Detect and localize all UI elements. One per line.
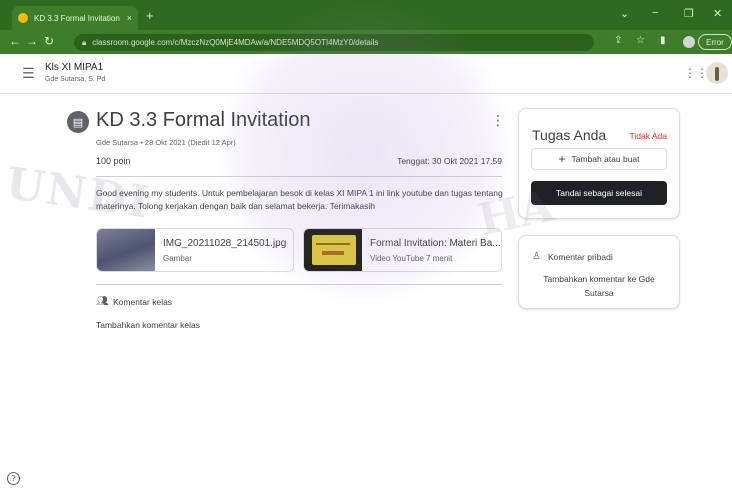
minimize-icon[interactable]: − [652,7,658,19]
add-or-create-label: Tambah atau buat [571,154,640,164]
attachment-type: Gambar [163,254,192,263]
address-bar[interactable]: 🔒︎ classroom.google.com/c/MzczNzQ0MjE4MD… [74,34,594,51]
close-window-icon[interactable]: ✕ [713,7,722,20]
share-icon[interactable]: ⇪ [614,35,622,46]
forward-arrow-icon[interactable]: → [26,34,38,48]
browser-tab[interactable]: KD 3.3 Formal Invitation × [12,6,138,30]
your-work-card: Tugas Anda Tidak Ada + Tambah atau buat … [518,108,680,219]
new-tab-button[interactable]: + [146,8,154,23]
browser-toolbar: ← → ↻ 🔒︎ classroom.google.com/c/MzczNzQ0… [0,30,732,54]
maximize-icon[interactable]: ❐ [684,7,694,20]
help-icon[interactable]: ? [7,472,20,485]
attachment-video[interactable]: Formal Invitation: Materi Ba... Video Yo… [303,228,502,272]
address-url: classroom.google.com/c/MzczNzQ0MjE4MDAw/… [92,38,379,47]
divider [96,176,502,177]
menu-icon[interactable]: ☰ [22,65,35,82]
attachment-name: Formal Invitation: Materi Ba... [370,238,501,249]
more-options-icon[interactable]: ⋮ [491,112,505,129]
close-tab-icon[interactable]: × [127,13,132,23]
back-arrow-icon[interactable]: ← [9,34,21,48]
add-private-comment-link[interactable]: Tambahkan komentar ke Gde Sutarsa [529,272,669,300]
bookmark-star-icon[interactable]: ☆ [636,35,645,46]
mark-as-done-button[interactable]: Tandai sebagai selesai [531,181,667,205]
attachment-image[interactable]: IMG_20211028_214501.jpg Gambar [96,228,294,272]
tab-search-icon[interactable]: ⌄ [620,7,629,20]
assignment-title: KD 3.3 Formal Invitation [96,109,311,131]
class-name-link[interactable]: Kls XI MIPA1 [45,62,103,73]
browser-tab-title: KD 3.3 Formal Invitation [34,13,120,23]
reload-icon[interactable]: ↻ [44,34,54,48]
classroom-favicon-icon [18,13,28,23]
plus-icon: + [558,152,566,166]
person-icon: ♙ [532,251,541,262]
private-comments-title: Komentar pribadi [548,252,613,262]
video-thumbnail [304,229,362,271]
class-teacher: Gde Sutarsa, S. Pd [45,76,106,83]
attachment-type: Video YouTube 7 menit [370,254,453,263]
divider [96,284,502,285]
browser-profile-avatar[interactable] [683,36,695,48]
lock-icon: 🔒︎ [82,37,87,47]
add-or-create-button[interactable]: + Tambah atau buat [531,148,667,170]
assignment-description: Good evening my students. Untuk pembelaj… [96,188,503,211]
account-avatar[interactable] [706,62,728,84]
error-button[interactable]: Error [698,34,732,50]
your-work-title: Tugas Anda [532,127,607,143]
private-comments-card: ♙ Komentar pribadi Tambahkan komentar ke… [518,235,680,309]
classroom-header: ☰ Kls XI MIPA1 Gde Sutarsa, S. Pd ⋮⋮⋮ [0,54,732,94]
status-badge: Tidak Ada [629,131,668,141]
sidebar-icon[interactable]: ▮ [660,35,666,46]
image-thumbnail [97,229,155,271]
people-icon: 👥︎ [96,296,109,307]
assignment-due-date: Tenggat: 30 Okt 2021 17.59 [397,156,502,166]
assignment-points: 100 poin [96,156,131,166]
class-comments-label: Komentar kelas [113,297,173,307]
attachment-name: IMG_20211028_214501.jpg [163,238,287,249]
browser-tab-bar: KD 3.3 Formal Invitation × + ⌄ − ❐ ✕ [0,0,732,30]
assignment-meta: Gde Sutarsa • 28 Okt 2021 (Diedit 12 Apr… [96,138,236,147]
add-class-comment-link[interactable]: Tambahkan komentar kelas [96,320,200,330]
assignment-icon: ▤ [67,111,89,133]
